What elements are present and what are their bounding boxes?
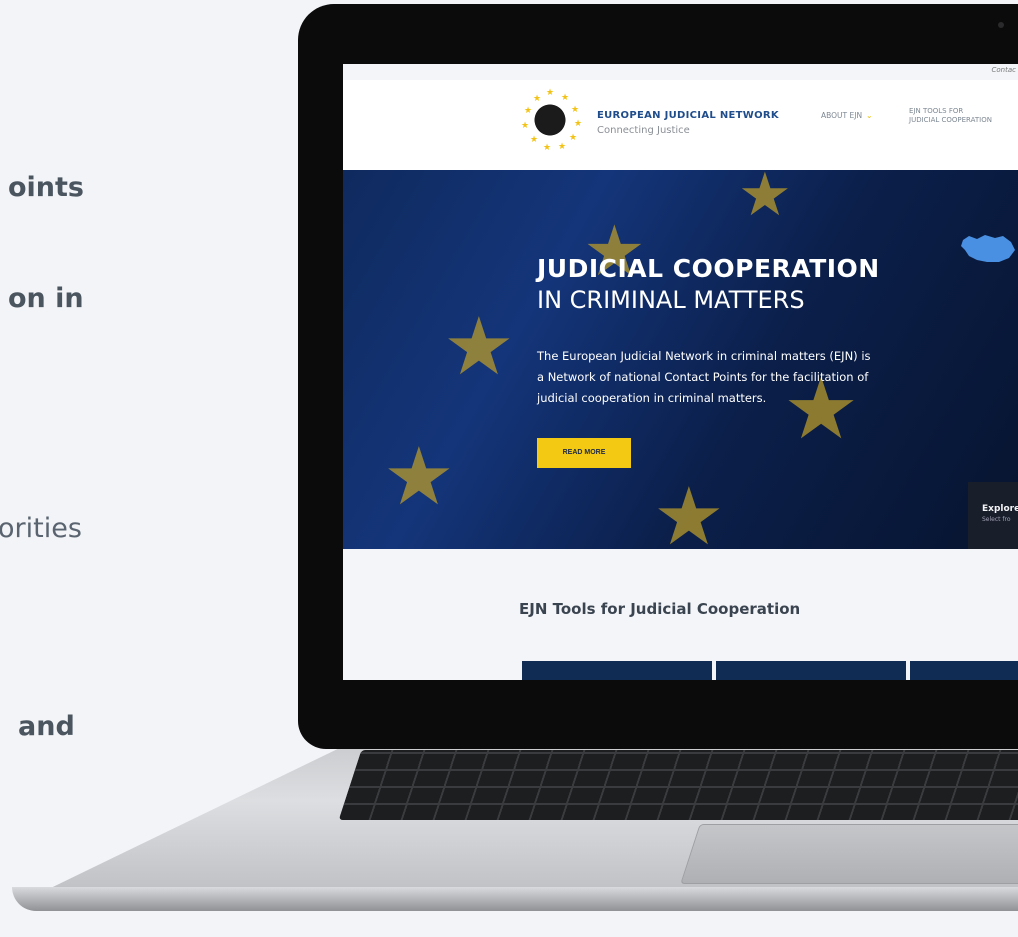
flag-star-icon: ★ xyxy=(383,430,455,523)
slide-line-1: oints xyxy=(8,172,85,203)
laptop-keyboard xyxy=(338,750,1018,820)
laptop-base-edge xyxy=(12,887,1018,911)
ejn-logo[interactable]: ★ ★ ★ ★ ★ ★ ★ ★ ★ ★ ★ xyxy=(521,89,582,153)
laptop-screen: Contac ★ ★ ★ ★ ★ ★ ★ ★ ★ ★ ★ EUROPEAN JU… xyxy=(343,64,1018,680)
site-topbar: Contac xyxy=(343,64,1018,80)
contact-link[interactable]: Contac xyxy=(992,66,1017,74)
hero-title: JUDICIAL COOPERATION xyxy=(537,254,880,283)
nav-ejn-tools[interactable]: EJN TOOLS FOR JUDICIAL COOPERATION xyxy=(909,107,1018,125)
slide-line-2: on in xyxy=(8,283,84,314)
hero-subtitle: IN CRIMINAL MATTERS xyxy=(537,286,805,314)
slide-line-4: and xyxy=(18,711,75,742)
nav-about-ejn[interactable]: ABOUT EJN ⌄ xyxy=(821,111,872,120)
webcam-icon xyxy=(998,22,1004,28)
laptop-base xyxy=(0,742,1018,937)
brand-subtitle: Connecting Justice xyxy=(597,125,690,136)
laptop-trackpad xyxy=(680,824,1018,884)
nav-tools-line1: EJN TOOLS FOR xyxy=(909,107,964,115)
flag-star-icon: ★ xyxy=(738,170,792,230)
explore-subtitle: Select fro xyxy=(982,516,1011,523)
iceland-map-icon[interactable] xyxy=(959,232,1017,266)
site-header: ★ ★ ★ ★ ★ ★ ★ ★ ★ ★ ★ EUROPEAN JUDICIAL … xyxy=(343,80,1018,170)
chevron-down-icon: ⌄ xyxy=(866,111,873,120)
explore-title: Explore xyxy=(982,504,1018,514)
nav-tools-line2: JUDICIAL COOPERATION xyxy=(909,116,992,124)
brand-title[interactable]: EUROPEAN JUDICIAL NETWORK xyxy=(597,110,779,121)
tools-section-heading: EJN Tools for Judicial Cooperation xyxy=(519,600,801,618)
flag-star-icon: ★ xyxy=(443,300,515,393)
explore-panel[interactable]: Explore Select fro xyxy=(968,482,1018,549)
hero-banner: ★ ★ ★ ★ ★ ★ JUDICIAL COOPERATION IN CRIM… xyxy=(343,170,1018,549)
tool-card[interactable] xyxy=(910,661,1018,680)
tool-card[interactable] xyxy=(716,661,906,680)
tool-card[interactable] xyxy=(522,661,712,680)
read-more-button[interactable]: READ MORE xyxy=(537,438,631,468)
nav-about-label: ABOUT EJN xyxy=(821,111,863,120)
hero-description: The European Judicial Network in crimina… xyxy=(537,349,871,405)
flag-star-icon: ★ xyxy=(653,470,725,549)
slide-line-3: orities xyxy=(0,513,82,544)
